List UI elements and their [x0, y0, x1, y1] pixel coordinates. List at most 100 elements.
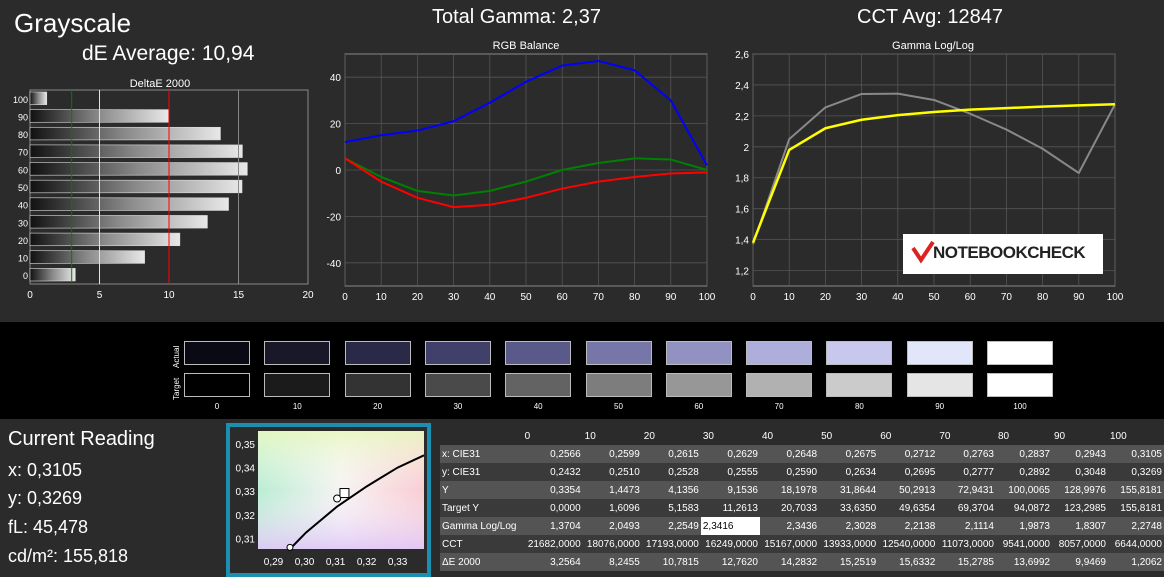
- table-cell: 9,1536: [700, 481, 760, 499]
- table-cell: 94,0872: [996, 499, 1052, 517]
- deltae-ytick-label: 40: [18, 201, 28, 211]
- deltae-bar: [29, 232, 181, 247]
- table-row-label: Gamma Log/Log: [440, 517, 523, 535]
- gamma-xtick-label: 20: [820, 292, 832, 303]
- table-cell: 1,6096: [582, 499, 642, 517]
- deltae-ytick-label: 30: [18, 218, 28, 228]
- table-cell: 2,3028: [819, 517, 879, 535]
- table-cell: 0,3048: [1051, 463, 1108, 481]
- deltae-xtick-label: 10: [163, 290, 175, 301]
- table-cell: 4,1356: [641, 481, 701, 499]
- total-gamma-label: Total Gamma: 2,37: [432, 6, 601, 28]
- table-row: Target Y 0,0000 1,6096 5,1583 11,2613 20,7033…: [440, 499, 1164, 517]
- swatch-label: 0: [214, 402, 220, 411]
- table-cell: 3,2564: [522, 553, 583, 571]
- target-swatch: [746, 373, 813, 397]
- table-column-header: 30: [700, 427, 760, 445]
- table-cell: 2,2549: [641, 517, 701, 535]
- target-swatch: [424, 373, 491, 397]
- table-column-header: 10: [582, 427, 642, 445]
- table-cell: 8,2455: [582, 553, 642, 571]
- cie-target-marker: [339, 488, 350, 499]
- table-column-header: 90: [1051, 427, 1108, 445]
- table-cell: 2,3416: [700, 517, 760, 535]
- table-cell: 0,2599: [582, 445, 642, 463]
- table-cell: 1,8307: [1051, 517, 1108, 535]
- deltae-bar: [29, 215, 208, 229]
- table-column-header: 0: [522, 427, 583, 445]
- table-cell: 2,1114: [937, 517, 996, 535]
- table-column-header: 80: [996, 427, 1052, 445]
- reading-x: x: 0,3105: [8, 460, 83, 480]
- actual-swatch: [665, 341, 732, 365]
- logo-text: NOTEBOOKCHECK: [933, 243, 1086, 262]
- table-cell: 0,2432: [522, 463, 583, 481]
- table-cell: 12,7620: [700, 553, 760, 571]
- gamma-ytick-label: 1,6: [735, 205, 749, 216]
- table-column-header: 70: [937, 427, 996, 445]
- cie-xtick-label: 0,33: [388, 557, 408, 568]
- gamma-ytick-label: 2,2: [735, 112, 749, 123]
- deltae-ytick-label: 60: [18, 165, 28, 175]
- deltae-bar: [29, 250, 145, 264]
- cie-ytick-label: 0,32: [236, 511, 256, 522]
- table-column-header: 100: [1107, 427, 1164, 445]
- table-cell: 13933,0000: [819, 535, 879, 553]
- cie-ytick-label: 0,33: [236, 487, 256, 498]
- table-cell: 0,2615: [641, 445, 701, 463]
- table-row-label: y: CIE31: [440, 463, 523, 481]
- deltae-bar: [29, 179, 243, 194]
- table-cell: 155,8181: [1107, 499, 1164, 517]
- actual-row-label: Actual: [172, 345, 181, 368]
- table-cell: 13,6992: [996, 553, 1052, 571]
- table-cell: 50,2913: [878, 481, 938, 499]
- table-cell: 0,2943: [1051, 445, 1108, 463]
- cie-chart: 0,35 0,34 0,33 0,32 0,31 0,29 0,30 0,31 0,32 0,33: [236, 431, 425, 568]
- cie-xtick-label: 0,31: [326, 557, 346, 568]
- rgb-ytick-label: 0: [335, 166, 341, 177]
- table-cell: 11073,0000: [937, 535, 996, 553]
- reading-cdm2: cd/m²: 155,818: [8, 546, 129, 566]
- table-cell: 123,2985: [1051, 499, 1108, 517]
- table-cell: 18076,0000: [582, 535, 642, 553]
- deltae-ytick-label: 20: [18, 236, 28, 246]
- rgb-balance-chart: 40 20 0 -20 -40 0 10 20 30 40 50 60 70 80 90 100: [327, 53, 716, 303]
- table-row: Y 0,3354 1,4473 4,1356 9,1536 18,1978 31,8644 5…: [440, 481, 1164, 499]
- table-cell: 20,7033: [759, 499, 820, 517]
- actual-swatch: [424, 341, 491, 365]
- table-cell: 6644,0000: [1107, 535, 1164, 553]
- swatch-label: 100: [1013, 402, 1027, 411]
- grayscale-swatches: Actual Target 0 10 20 30 40 50 60 70 80 90 100: [0, 322, 1164, 419]
- cie-ytick-label: 0,35: [236, 440, 256, 451]
- target-swatch: [906, 373, 973, 397]
- swatch-label: 20: [373, 402, 383, 411]
- swatch-label: 70: [774, 402, 784, 411]
- table-cell: 1,2062: [1107, 553, 1164, 571]
- deltae-bar: [29, 162, 248, 176]
- gamma-xtick-label: 30: [856, 292, 868, 303]
- table-cell: 2,2748: [1107, 517, 1164, 535]
- target-swatch: [184, 373, 250, 397]
- table-row: Gamma Log/Log 1,3704 2,0493 2,2549 2,3416 2,3…: [440, 517, 1164, 535]
- rgb-ytick-label: -40: [327, 259, 342, 270]
- table-cell: 8057,0000: [1051, 535, 1108, 553]
- table-row-label: ΔE 2000: [440, 553, 523, 571]
- rgb-ytick-label: -20: [327, 212, 342, 223]
- table-cell: 0,2763: [937, 445, 996, 463]
- table-cell: 10,7815: [641, 553, 701, 571]
- table-cell: 0,2629: [700, 445, 760, 463]
- deltae-ytick-label: 100: [13, 95, 28, 105]
- table-cell: 1,4473: [582, 481, 642, 499]
- table-row: ΔE 2000 3,2564 8,2455 10,7815 12,7620 14,2832…: [440, 553, 1164, 571]
- measurement-table: 0 10 20 30 40 50 60 70 80 90 100 x: CIE31 0,2566 0,25…: [440, 427, 1164, 571]
- gamma-ytick-label: 1,8: [735, 174, 749, 185]
- table-cell: 18,1978: [759, 481, 820, 499]
- target-swatch: [585, 373, 652, 397]
- swatch-label: 80: [854, 402, 864, 411]
- cie-xtick-label: 0,32: [357, 557, 377, 568]
- table-cell: 72,9431: [937, 481, 996, 499]
- gamma-xtick-label: 70: [1001, 292, 1013, 303]
- rgb-xtick-label: 20: [412, 292, 424, 303]
- gamma-ytick-label: 2,6: [735, 50, 749, 61]
- gamma-xtick-label: 80: [1037, 292, 1049, 303]
